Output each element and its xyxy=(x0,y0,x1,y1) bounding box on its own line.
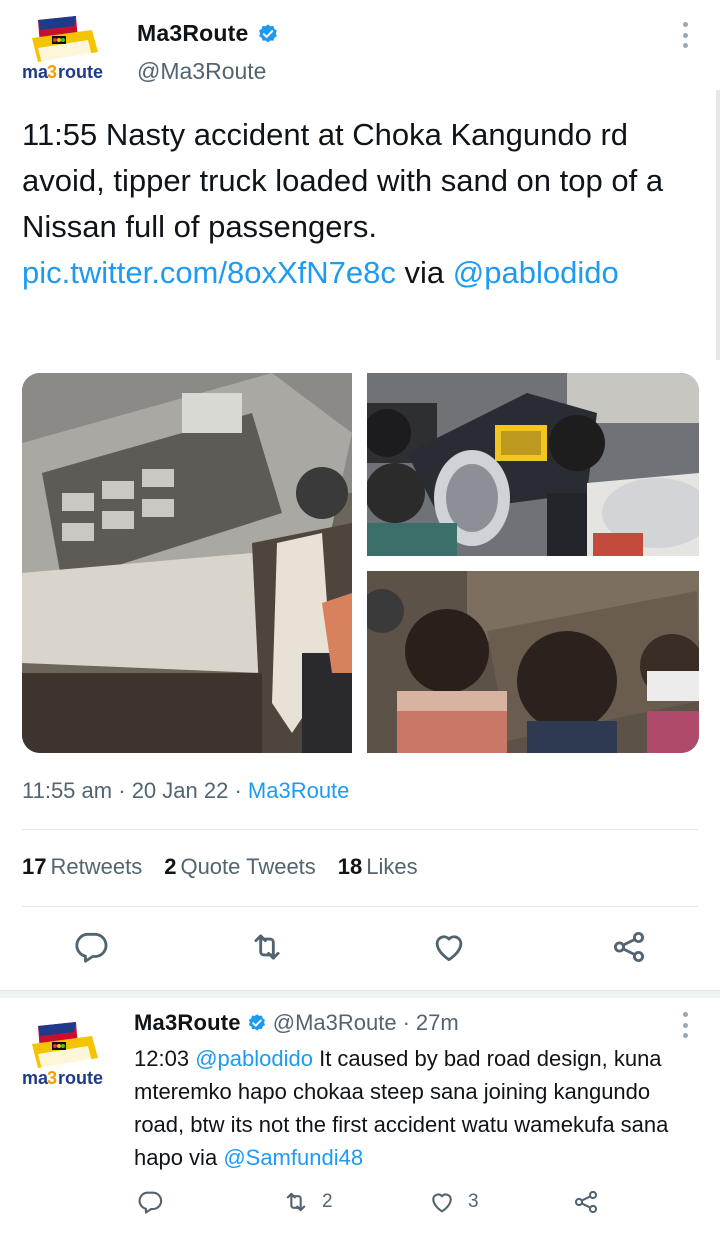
tweet-stats: 17 Retweets 2 Quote Tweets 18 Likes xyxy=(22,854,418,880)
divider xyxy=(22,906,698,907)
retweets-stat[interactable]: 17 Retweets xyxy=(22,854,142,880)
verified-badge-icon xyxy=(258,23,277,42)
tweet-date[interactable]: 20 Jan 22 xyxy=(132,778,229,803)
reply-author-handle[interactable]: @Ma3Route xyxy=(273,1010,397,1036)
retweet-icon[interactable] xyxy=(248,928,286,966)
divider xyxy=(22,829,698,830)
tweet-timestamp: 11:55 am · 20 Jan 22 · Ma3Route xyxy=(22,778,349,804)
thread-separator xyxy=(0,990,720,998)
svg-text:route: route xyxy=(58,62,103,82)
scrollbar[interactable] xyxy=(716,90,720,360)
share-icon xyxy=(574,1190,598,1214)
author-handle[interactable]: @Ma3Route xyxy=(137,58,266,85)
reply-age[interactable]: 27m xyxy=(416,1010,459,1036)
reply-text: 12:03 @pablodido It caused by bad road d… xyxy=(134,1042,704,1174)
verified-badge-icon xyxy=(248,1014,265,1031)
meta-separator: · xyxy=(118,778,132,803)
tweet-time: 11:55 am xyxy=(22,778,113,803)
svg-text:3: 3 xyxy=(47,1068,57,1088)
reply-reply-button[interactable] xyxy=(136,1188,164,1216)
tweet-body: 11:55 Nasty accident at Choka Kangundo r… xyxy=(22,117,664,244)
reply-like-button[interactable]: 3 xyxy=(428,1188,479,1216)
reply-via-mention[interactable]: @Samfundi48 xyxy=(223,1145,363,1170)
reply-author-row[interactable]: Ma3Route @Ma3Route · 27m xyxy=(134,1010,459,1036)
photo-3[interactable] xyxy=(367,571,699,753)
svg-text:3: 3 xyxy=(47,62,57,82)
mention-link[interactable]: @pablodido xyxy=(453,255,619,290)
reply-prefix: 12:03 xyxy=(134,1046,190,1071)
retweet-icon xyxy=(286,1192,306,1212)
author-name-row[interactable]: Ma3Route xyxy=(137,20,279,47)
via-label: via xyxy=(404,255,445,290)
reply-retweet-count: 2 xyxy=(322,1191,333,1212)
ma3route-logo-icon: ma 3 route xyxy=(22,1022,103,1088)
photo-1[interactable] xyxy=(22,373,352,753)
reply-author-name[interactable]: Ma3Route xyxy=(134,1010,241,1036)
reply-actions: 2 3 xyxy=(0,1188,720,1224)
reply-mention[interactable]: @pablodido xyxy=(195,1046,313,1071)
reply-like-count: 3 xyxy=(468,1191,479,1212)
tweet-source[interactable]: Ma3Route xyxy=(248,778,350,803)
reply-share-button[interactable] xyxy=(572,1188,600,1216)
author-display-name[interactable]: Ma3Route xyxy=(137,20,249,47)
media-grid xyxy=(22,373,699,753)
heart-icon[interactable] xyxy=(430,928,468,966)
svg-text:ma: ma xyxy=(22,62,49,82)
reply-icon xyxy=(138,1191,163,1214)
meta-separator: · xyxy=(234,778,248,803)
tweet-text: 11:55 Nasty accident at Choka Kangundo r… xyxy=(22,112,702,296)
quote-tweets-stat[interactable]: 2 Quote Tweets xyxy=(164,854,316,880)
more-options-icon[interactable] xyxy=(680,22,690,48)
reply-icon[interactable] xyxy=(72,928,110,966)
svg-text:route: route xyxy=(58,1068,103,1088)
reply-author-avatar[interactable]: ma 3 route xyxy=(18,1018,114,1096)
share-icon[interactable] xyxy=(610,928,648,966)
heart-icon xyxy=(432,1193,452,1213)
svg-text:ma: ma xyxy=(22,1068,49,1088)
more-options-icon[interactable] xyxy=(680,1012,690,1038)
ma3route-logo-icon: ma 3 route xyxy=(22,16,103,82)
likes-stat[interactable]: 18 Likes xyxy=(338,854,418,880)
meta-separator: · xyxy=(402,1010,410,1035)
author-avatar[interactable]: ma 3 route xyxy=(18,12,114,90)
media-link[interactable]: pic.twitter.com/8oxXfN7e8c xyxy=(22,255,396,290)
photo-2[interactable] xyxy=(367,373,699,556)
reply-retweet-button[interactable]: 2 xyxy=(282,1188,333,1216)
